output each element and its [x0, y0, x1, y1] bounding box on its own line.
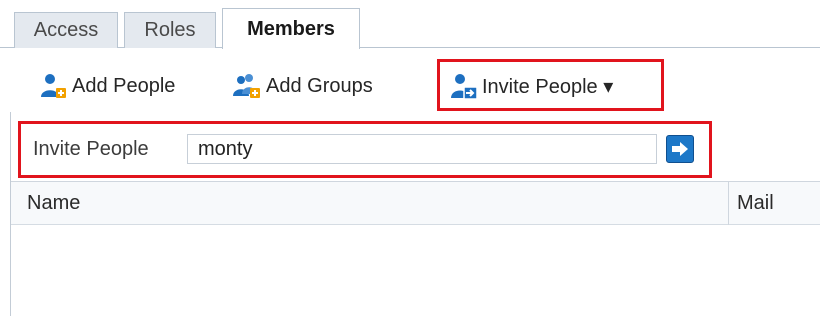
tab-roles-label: Roles [144, 19, 196, 41]
add-groups-button[interactable]: Add Groups [232, 68, 373, 104]
tab-members[interactable]: Members [222, 8, 360, 49]
column-header-name[interactable]: Name [27, 181, 80, 225]
column-header-mail[interactable]: Mail [737, 181, 774, 225]
add-group-icon [233, 74, 260, 98]
invite-person-icon [451, 74, 478, 100]
add-person-icon [41, 74, 66, 98]
invite-people-menu-label: Invite People ▾ [482, 75, 614, 98]
invite-go-button[interactable] [666, 135, 694, 163]
add-groups-label: Add Groups [266, 74, 373, 97]
members-table-header [11, 181, 820, 225]
tab-members-label: Members [247, 17, 335, 40]
arrow-right-icon [672, 142, 688, 156]
tab-access[interactable]: Access [14, 12, 118, 48]
column-separator [728, 181, 729, 225]
tab-roles[interactable]: Roles [124, 12, 216, 48]
add-people-button[interactable]: Add People [38, 68, 175, 104]
add-people-label: Add People [72, 74, 176, 97]
invite-people-menu-button[interactable]: Invite People ▾ [448, 68, 613, 104]
invite-people-label: Invite People [33, 137, 149, 160]
tab-bar [0, 0, 820, 48]
invite-people-input[interactable] [187, 134, 657, 164]
tab-access-label: Access [33, 19, 99, 41]
